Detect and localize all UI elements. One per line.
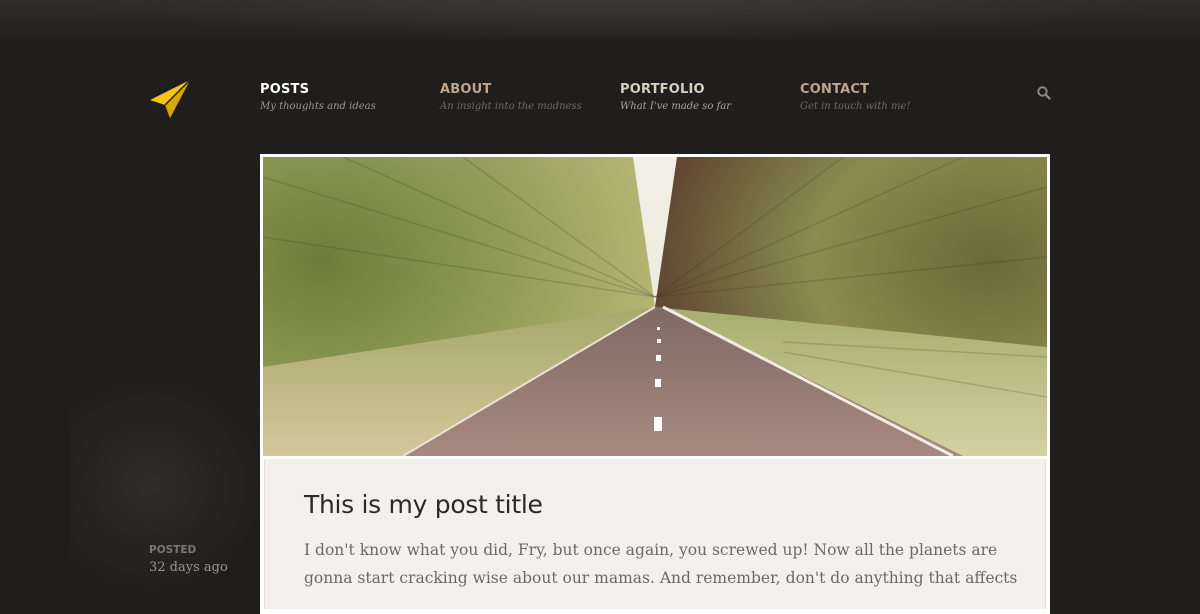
paper-plane-icon[interactable] — [148, 78, 192, 120]
nav-subtitle-portfolio: What I've made so far — [620, 101, 732, 112]
nav-item-contact[interactable]: CONTACT Get in touch with me! — [800, 82, 910, 114]
nav-label-contact: CONTACT — [800, 82, 870, 97]
nav-subtitle-posts: My thoughts and ideas — [260, 101, 376, 112]
nav-subtitle-contact: Get in touch with me! — [800, 101, 911, 112]
post-date: 32 days ago — [149, 560, 228, 575]
post-meta-label: POSTED — [149, 544, 197, 556]
post-title[interactable]: This is my post title — [304, 490, 543, 519]
nav-item-portfolio[interactable]: PORTFOLIO What I've made so far — [620, 82, 731, 114]
nav-item-about[interactable]: ABOUT An insight into the madness — [440, 82, 582, 114]
header-texture — [0, 0, 1200, 48]
post-featured-image[interactable] — [263, 157, 1047, 456]
nav-item-posts[interactable]: POSTS My thoughts and ideas — [260, 82, 376, 114]
nav-label-posts: POSTS — [260, 82, 310, 97]
nav-label-portfolio: PORTFOLIO — [620, 82, 705, 97]
post-excerpt: I don't know what you did, Fry, but once… — [304, 541, 1018, 587]
nav-subtitle-about: An insight into the madness — [440, 101, 582, 112]
search-icon[interactable] — [1036, 85, 1052, 101]
nav-label-about: ABOUT — [440, 82, 492, 97]
